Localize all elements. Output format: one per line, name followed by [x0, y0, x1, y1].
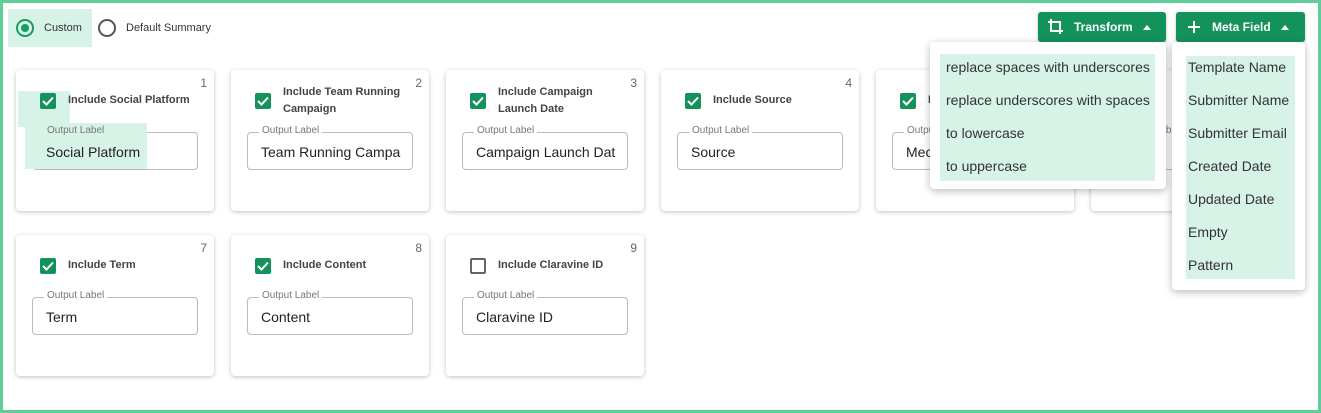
meta-option-created-date[interactable]: Created Date: [1188, 158, 1271, 174]
transform-option-uppercase[interactable]: to uppercase: [946, 158, 1027, 174]
include-checkbox-label: Include Team Running Campaign: [283, 86, 401, 115]
output-label-field[interactable]: Output Label Content: [247, 290, 413, 335]
checkbox-checked-icon[interactable]: [900, 92, 916, 109]
include-checkbox-row[interactable]: Include Claravine ID: [454, 257, 634, 274]
radio-default-summary[interactable]: Default Summary: [98, 9, 228, 47]
radio-custom[interactable]: Custom: [8, 9, 92, 47]
plus-icon: [1184, 20, 1204, 34]
field-card: 1 Include Social Platform Output Label S…: [16, 70, 214, 211]
output-label-value: Source: [691, 144, 736, 160]
transform-option-replace-underscores[interactable]: replace underscores with spaces: [946, 92, 1150, 108]
output-label-field[interactable]: Output Label Source: [677, 125, 843, 170]
meta-option-template-name[interactable]: Template Name: [1188, 59, 1286, 75]
output-label-legend: Output Label: [259, 125, 323, 136]
include-checkbox-row[interactable]: Include Term: [24, 257, 204, 274]
include-checkbox-label: Include Content: [283, 259, 367, 271]
caret-up-icon: [1142, 24, 1151, 30]
field-card: 9 Include Claravine ID Output Label Clar…: [446, 235, 644, 376]
field-card: 7 Include Term Output Label Term: [16, 235, 214, 376]
include-checkbox-row[interactable]: Include Team Running Campaign: [239, 84, 419, 118]
include-checkbox-row[interactable]: Include Social Platform: [18, 91, 204, 127]
checkbox-checked-icon[interactable]: [40, 257, 56, 274]
caret-up-icon: [1280, 24, 1289, 30]
meta-option-pattern[interactable]: Pattern: [1188, 257, 1233, 273]
meta-option-empty[interactable]: Empty: [1188, 224, 1228, 240]
crop-icon: [1046, 18, 1066, 36]
transform-menu: replace spaces with underscores replace …: [930, 42, 1166, 189]
output-label-field[interactable]: Output Label Team Running Campa: [247, 125, 413, 170]
output-label-legend: Output Label: [474, 290, 538, 301]
output-label-legend: Output Label: [689, 125, 753, 136]
transform-option-lowercase[interactable]: to lowercase: [946, 125, 1025, 141]
transform-button[interactable]: Transform: [1038, 12, 1166, 42]
output-label-field[interactable]: Output Label Campaign Launch Dat: [462, 125, 628, 170]
meta-field-button[interactable]: Meta Field: [1176, 12, 1305, 42]
include-checkbox-label: Include Campaign Launch Date: [498, 86, 593, 115]
meta-field-menu: Template Name Submitter Name Submitter E…: [1172, 42, 1305, 290]
meta-option-updated-date[interactable]: Updated Date: [1188, 191, 1274, 207]
output-label-field[interactable]: Output Label Term: [32, 290, 198, 335]
field-card: 4 Include Source Output Label Source: [661, 70, 859, 211]
include-checkbox-label: Include Social Platform: [68, 94, 190, 106]
output-label-field[interactable]: Output Label Claravine ID: [462, 290, 628, 335]
field-card: 8 Include Content Output Label Content: [231, 235, 429, 376]
card-number: 7: [200, 241, 207, 255]
checkbox-checked-icon[interactable]: [40, 92, 56, 109]
output-label-value: Content: [261, 309, 311, 325]
field-card: 3 Include Campaign Launch Date Output La…: [446, 70, 644, 211]
checkbox-checked-icon[interactable]: [685, 92, 701, 109]
meta-option-submitter-name[interactable]: Submitter Name: [1188, 92, 1289, 108]
field-card: 2 Include Team Running Campaign Output L…: [231, 70, 429, 211]
radio-default-summary-label: Default Summary: [126, 22, 211, 34]
radio-custom-label: Custom: [44, 22, 82, 34]
output-label-value: Campaign Launch Dat: [476, 144, 616, 160]
checkbox-checked-icon[interactable]: [470, 93, 486, 109]
checkbox-checked-icon[interactable]: [255, 257, 271, 274]
card-number: 9: [630, 241, 637, 255]
card-number: 8: [415, 241, 422, 255]
include-checkbox-label: Include Source: [713, 94, 792, 106]
meta-field-button-label: Meta Field: [1212, 20, 1271, 34]
output-label-legend: Output Label: [44, 290, 108, 301]
output-label-value: Term: [46, 309, 78, 325]
card-number: 1: [200, 76, 207, 90]
transform-button-label: Transform: [1074, 20, 1133, 34]
checkbox-checked-icon[interactable]: [255, 93, 271, 109]
radio-unchecked-icon: [98, 19, 116, 37]
output-label-value: Claravine ID: [476, 309, 554, 325]
include-checkbox-row[interactable]: Include Source: [669, 92, 849, 109]
radio-checked-icon: [16, 19, 34, 37]
output-label-legend: Output Label: [44, 125, 108, 136]
checkbox-unchecked-icon[interactable]: [470, 257, 486, 274]
output-label-value: Team Running Campa: [261, 144, 401, 160]
meta-option-submitter-email[interactable]: Submitter Email: [1188, 125, 1287, 141]
include-checkbox-label: Include Claravine ID: [498, 259, 604, 271]
include-checkbox-row[interactable]: Include Content: [239, 257, 419, 274]
card-number: 4: [845, 76, 852, 90]
include-checkbox-label: Include Term: [68, 259, 136, 271]
output-label-field[interactable]: Output Label Social Platform: [25, 123, 198, 170]
include-checkbox-row[interactable]: Include Campaign Launch Date: [454, 84, 634, 118]
output-label-value: Social Platform: [46, 144, 141, 160]
output-label-legend: Output Label: [474, 125, 538, 136]
transform-option-replace-spaces[interactable]: replace spaces with underscores: [946, 59, 1150, 75]
output-label-legend: Output Label: [259, 290, 323, 301]
